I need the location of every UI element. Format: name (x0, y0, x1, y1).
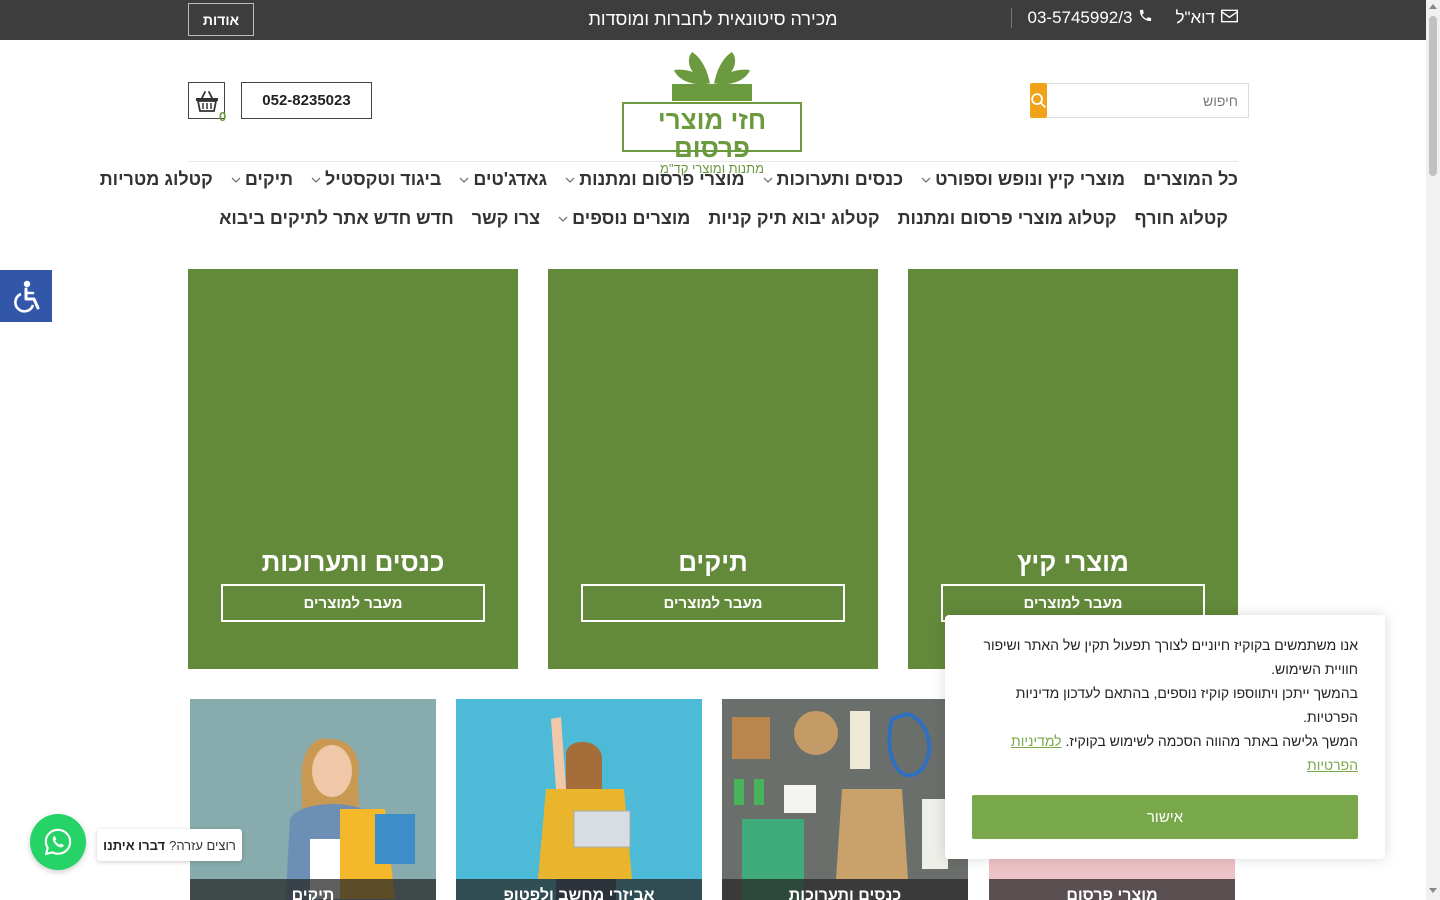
row1-item[interactable]: כל המוצרים (1143, 169, 1238, 190)
topbar-email-link[interactable]: דוא"ל (1175, 8, 1238, 28)
row1-item[interactable]: כנסים ותערוכות (763, 169, 904, 190)
nav-item-label: כנסים ותערוכות (776, 169, 904, 189)
whatsapp-icon (44, 828, 72, 856)
nav-item-label: מוצרי פרסום ומתנות (579, 169, 745, 189)
row1-item[interactable]: גאדג'טים (459, 169, 547, 190)
phone-icon (1138, 8, 1153, 28)
row1-item[interactable]: מוצרי פרסום ומתנות (565, 169, 745, 190)
nav-item-label: קטלוג חורף (1134, 208, 1228, 228)
nav-item-label: צרו קשר (471, 208, 541, 228)
row1-item[interactable]: תיקים (231, 169, 293, 190)
nav-item-label: קטלוג מוצרי פרסום ומתנות (897, 208, 1117, 228)
woman-with-laptop-image (456, 699, 702, 900)
top-bar: אודות מכירה סיטונאית לחברות ומוסדות 03-5… (0, 0, 1426, 40)
category-card-bags[interactable]: תיקים (190, 699, 436, 900)
accessibility-icon (14, 280, 40, 313)
whatsapp-button[interactable] (30, 814, 86, 870)
cookie-line-1: אנו משתמשים בקוקיז חיוניים לצורך תפעול ת… (983, 637, 1358, 677)
row2-item[interactable]: חדש חדש אתר לתיקים ביבוא (219, 208, 454, 229)
nav-item-label: קטלוג מטריות (99, 169, 213, 189)
category-card-conferences[interactable]: כנסים ותערוכות (722, 699, 968, 900)
row2-item[interactable]: קטלוג חורף (1134, 208, 1228, 229)
whatsapp-question: רוצים עזרה? (169, 837, 236, 853)
row1-item[interactable]: מוצרי קיץ ונופש וספורט (921, 169, 1125, 190)
page-scrollbar[interactable] (1426, 0, 1440, 900)
category-card-computer[interactable]: אביזרי מחשב ולפטופ (456, 699, 702, 900)
accessibility-button[interactable] (0, 270, 52, 322)
cookie-text: אנו משתמשים בקוקיז חיוניים לצורך תפעול ת… (968, 633, 1358, 777)
nav-item-label: מוצרי קיץ ונופש וספורט (935, 169, 1126, 189)
chevron-down-icon (763, 177, 772, 183)
logo-title: חזי מוצרי פרסום (657, 105, 767, 163)
stationery-flatlay-image (722, 699, 968, 900)
student-with-backpack-image (190, 699, 436, 900)
tile-title: תיקים (678, 547, 748, 577)
tile-products-button[interactable]: מעבר למוצרים (221, 584, 485, 622)
cookie-line-3: המשך גלישה באתר מהווה הסכמה לשימוש בקוקי… (968, 729, 1358, 777)
nav-item-label: כל המוצרים (1143, 169, 1238, 189)
cookie-line-2: בהמשך ייתכן ויתווספו קוקיז נוספים, בהתאם… (1015, 685, 1358, 725)
cookie-line-3-text: המשך גלישה באתר מהווה הסכמה לשימוש בקוקי… (1065, 733, 1358, 749)
card-label: מוצרי פרסום (989, 879, 1235, 900)
topbar-contact: 03-5745992/3 דוא"ל (1010, 8, 1238, 28)
row2-item[interactable]: מוצרים נוספים (558, 208, 690, 229)
nav-item-label: תיקים (244, 169, 293, 189)
nav-item-label: חדש חדש אתר לתיקים ביבוא (219, 208, 454, 228)
card-label: כנסים ותערוכות (722, 879, 968, 900)
chevron-down-icon (558, 216, 568, 222)
logo-text-box: חזי מוצרי פרסום מתנות ומוצרי קד"מ (622, 102, 802, 176)
row1-item[interactable]: קטלוג מטריות (100, 169, 213, 190)
scroll-down-arrow[interactable] (1429, 888, 1437, 893)
scroll-up-arrow[interactable] (1429, 4, 1437, 9)
tile-title: כנסים ותערוכות (261, 547, 445, 577)
about-button[interactable]: אודות (188, 3, 254, 36)
search-icon (1031, 93, 1046, 108)
main-nav-row-1: כל המוצרים מוצרי קיץ ונופש וספורט כנסים ות… (100, 169, 1238, 190)
chevron-down-icon (565, 177, 575, 183)
search-button[interactable] (1030, 83, 1047, 118)
card-label: תיקים (190, 879, 436, 900)
nav-item-label: ביגוד וטקסטיל (324, 169, 442, 189)
nav-item-label: קטלוג יבוא תיק קניות (708, 208, 880, 228)
scroll-thumb[interactable] (1429, 16, 1437, 176)
tile-title: מוצרי קיץ (1017, 547, 1129, 577)
tile-products-button[interactable]: מעבר למוצרים (581, 584, 845, 622)
whatsapp-chat-bubble[interactable]: רוצים עזרה? דברו איתנו (97, 829, 242, 861)
chevron-down-icon (459, 177, 469, 183)
row2-item[interactable]: קטלוג מוצרי פרסום ומתנות (898, 208, 1117, 229)
whatsapp-cta: דברו איתנו (103, 837, 166, 853)
row2-item[interactable]: צרו קשר (472, 208, 540, 229)
topbar-phone-link[interactable]: 03-5745992/3 (1010, 8, 1154, 28)
search-form (1030, 83, 1249, 118)
nav-item-label: גאדג'טים (473, 169, 548, 189)
main-nav-row-2: קטלוג חורף קטלוג מוצרי פרסום ומתנות קטלוג … (219, 208, 1228, 229)
row2-item[interactable]: קטלוג יבוא תיק קניות (708, 208, 879, 229)
site-logo[interactable]: חזי מוצרי פרסום מתנות ומוצרי קד"מ (622, 48, 802, 176)
chevron-down-icon (921, 177, 931, 183)
search-input[interactable] (1047, 83, 1249, 118)
cart-count-badge: 0 (219, 109, 227, 124)
envelope-icon (1221, 8, 1238, 28)
row1-item[interactable]: ביגוד וטקסטיל (311, 169, 441, 190)
header-divider (188, 161, 1238, 162)
cookie-consent-popup: אנו משתמשים בקוקיז חיוניים לצורך תפעול ת… (945, 615, 1385, 859)
chevron-down-icon (311, 177, 321, 183)
topbar-email-label: דוא"ל (1175, 8, 1215, 27)
header-phone-button[interactable]: 052-8235023 (241, 82, 372, 119)
topbar-phone-number: 03-5745992/3 (1027, 8, 1133, 27)
gift-bow-icon (672, 52, 752, 101)
chevron-down-icon (231, 177, 241, 183)
basket-icon (195, 90, 218, 112)
card-label: אביזרי מחשב ולפטופ (456, 879, 702, 900)
nav-item-label: מוצרים נוספים (572, 208, 691, 228)
cookie-accept-button[interactable]: אישור (972, 795, 1358, 839)
